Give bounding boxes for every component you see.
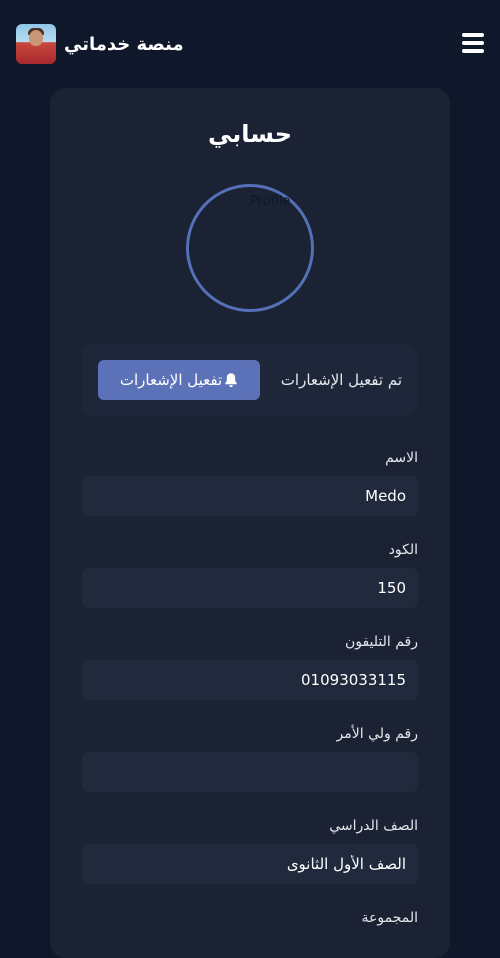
brand[interactable]: منصة خدماتي <box>16 24 184 64</box>
hamburger-menu-icon[interactable] <box>462 33 484 53</box>
bell-icon <box>225 373 237 387</box>
page-title: حسابي <box>207 120 293 148</box>
phone-label: رقم التليفون <box>344 634 418 650</box>
top-bar: منصة خدماتي <box>0 0 500 88</box>
avatar-alt-text: Profile <box>250 194 291 209</box>
grade-field[interactable] <box>82 844 418 884</box>
group-label: المجموعة <box>361 910 418 926</box>
account-card: حسابي Profile تم تفعيل الإشعارات تفعيل ا… <box>50 88 450 958</box>
name-field[interactable] <box>82 476 418 516</box>
brand-logo <box>16 24 56 64</box>
code-field[interactable] <box>82 568 418 608</box>
phone-field[interactable] <box>82 660 418 700</box>
name-label: الاسم <box>385 450 418 466</box>
logo-face <box>29 30 43 46</box>
brand-name: منصة خدماتي <box>64 33 184 55</box>
menu-line <box>462 49 484 53</box>
menu-line <box>462 33 484 37</box>
code-label: الكود <box>388 542 418 558</box>
guardian-phone-field[interactable] <box>82 752 418 792</box>
grade-label: الصف الدراسي <box>329 818 418 834</box>
guardian-phone-label: رقم ولي الأمر <box>336 726 418 742</box>
notifications-status: تم تفعيل الإشعارات <box>280 371 402 389</box>
menu-line <box>462 41 484 45</box>
enable-notifications-label: تفعيل الإشعارات <box>119 371 223 389</box>
enable-notifications-button[interactable]: تفعيل الإشعارات <box>98 360 260 400</box>
notifications-panel: تم تفعيل الإشعارات تفعيل الإشعارات <box>82 344 418 416</box>
